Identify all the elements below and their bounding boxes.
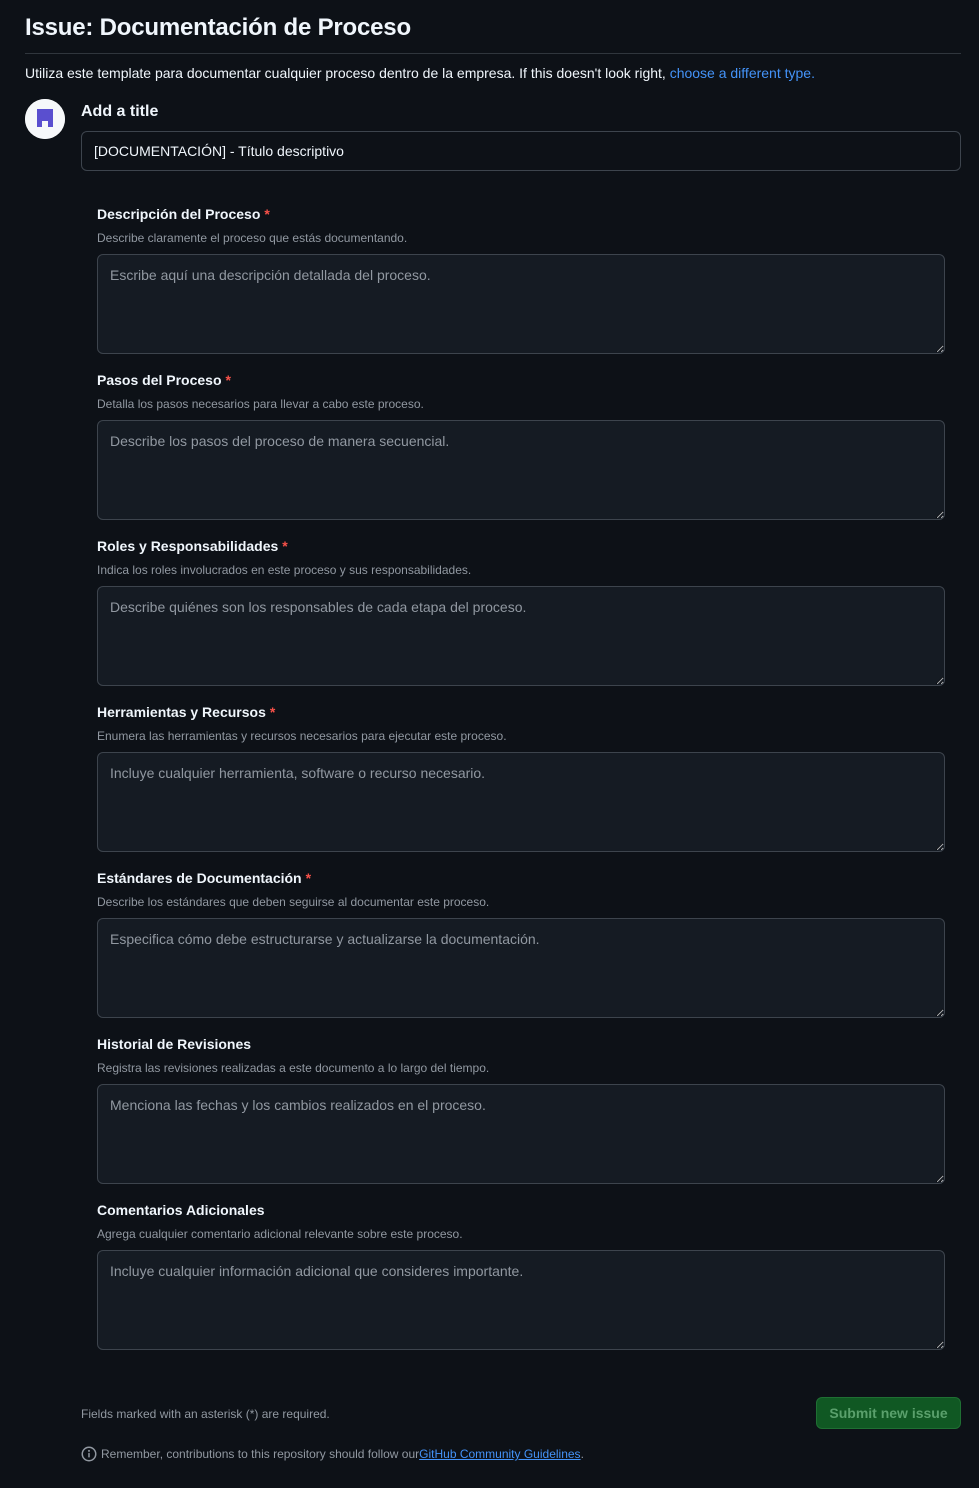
required-fields-note: Fields marked with an asterisk (*) are r… bbox=[81, 1407, 330, 1421]
field-textarea[interactable] bbox=[97, 918, 945, 1018]
form-field: Herramientas y Recursos * Enumera las herr… bbox=[97, 703, 945, 869]
field-description: Agrega cualquier comentario adicional re… bbox=[97, 1227, 463, 1241]
field-label: Descripción del Proceso * bbox=[97, 206, 270, 222]
field-label-text: Estándares de Documentación bbox=[97, 870, 302, 886]
user-avatar-icon bbox=[25, 99, 65, 139]
choose-different-type-link[interactable]: choose a different type. bbox=[670, 65, 815, 81]
field-description: Enumera las herramientas y recursos nece… bbox=[97, 729, 507, 743]
guidelines-suffix: . bbox=[580, 1447, 584, 1461]
avatar[interactable] bbox=[25, 99, 65, 139]
info-icon bbox=[81, 1446, 97, 1462]
field-description: Indica los roles involucrados en este pr… bbox=[97, 563, 472, 577]
field-textarea[interactable] bbox=[97, 254, 945, 354]
required-asterisk: * bbox=[305, 870, 312, 886]
field-label-text: Comentarios Adicionales bbox=[97, 1202, 265, 1218]
form-field: Pasos del Proceso * Detalla los pasos nece… bbox=[97, 371, 945, 537]
issue-form-page: Issue: Documentación de Proceso Utiliza … bbox=[0, 0, 979, 1488]
form-field: Descripción del Proceso * Describe clarame… bbox=[97, 205, 945, 371]
form-fields: Descripción del Proceso * Describe clarame… bbox=[97, 205, 945, 1367]
required-asterisk: * bbox=[269, 704, 276, 720]
add-title-label: Add a title bbox=[81, 103, 159, 120]
field-textarea[interactable] bbox=[97, 1084, 945, 1184]
field-label-text: Roles y Responsabilidades bbox=[97, 538, 279, 554]
field-description: Describe claramente el proceso que estás… bbox=[97, 231, 408, 245]
field-label: Estándares de Documentación * bbox=[97, 870, 311, 886]
form-field: Estándares de Documentación * Describe los… bbox=[97, 869, 945, 1035]
field-label-text: Pasos del Proceso bbox=[97, 372, 222, 388]
form-field: Comentarios Adicionales Agrega cualquier … bbox=[97, 1201, 945, 1367]
field-textarea[interactable] bbox=[97, 420, 945, 520]
field-textarea[interactable] bbox=[97, 586, 945, 686]
field-label-text: Historial de Revisiones bbox=[97, 1036, 252, 1052]
field-label: Roles y Responsabilidades * bbox=[97, 538, 288, 554]
field-label-text: Descripción del Proceso bbox=[97, 206, 261, 222]
issue-title-input[interactable] bbox=[81, 131, 961, 171]
template-intro: Utiliza este template para documentar cu… bbox=[25, 65, 815, 81]
field-label: Herramientas y Recursos * bbox=[97, 704, 275, 720]
field-textarea[interactable] bbox=[97, 1250, 945, 1350]
form-field: Historial de Revisiones Registra las revi… bbox=[97, 1035, 945, 1201]
page-title: Issue: Documentación de Proceso bbox=[25, 14, 411, 41]
community-guidelines-link[interactable]: GitHub Community Guidelines bbox=[419, 1447, 580, 1461]
field-description: Describe los estándares que deben seguir… bbox=[97, 895, 490, 909]
required-asterisk: * bbox=[225, 372, 231, 388]
submit-new-issue-button[interactable]: Submit new issue bbox=[816, 1397, 961, 1429]
required-asterisk: * bbox=[282, 538, 288, 554]
form-field: Roles y Responsabilidades * Indica los rol… bbox=[97, 537, 945, 703]
field-textarea[interactable] bbox=[97, 752, 945, 852]
field-description: Detalla los pasos necesarios para llevar… bbox=[97, 397, 424, 411]
guidelines-prefix: Remember, contributions to this reposito… bbox=[101, 1447, 420, 1461]
required-asterisk: * bbox=[264, 206, 270, 222]
community-guidelines-note: Remember, contributions to this reposito… bbox=[81, 1446, 584, 1462]
field-description: Registra las revisiones realizadas a est… bbox=[97, 1061, 490, 1075]
title-divider bbox=[25, 53, 961, 54]
field-label: Comentarios Adicionales bbox=[97, 1202, 265, 1218]
field-label-text: Herramientas y Recursos bbox=[97, 704, 266, 720]
field-label: Pasos del Proceso * bbox=[97, 372, 231, 388]
field-label: Historial de Revisiones bbox=[97, 1036, 251, 1052]
template-intro-text: Utiliza este template para documentar cu… bbox=[25, 65, 670, 81]
